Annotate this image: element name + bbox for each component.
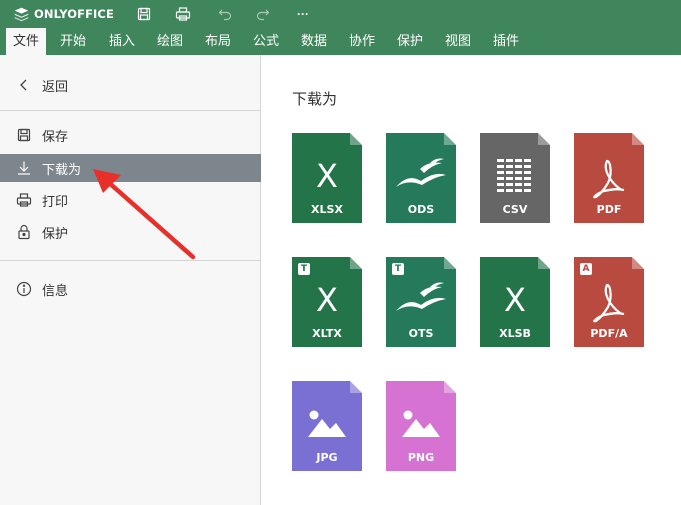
tab-file[interactable]: 文件: [6, 28, 46, 55]
page-title: 下载为: [292, 91, 338, 108]
save-icon[interactable]: [134, 4, 154, 24]
format-xlsb[interactable]: X XLSB: [480, 257, 550, 347]
save-icon: [16, 127, 32, 143]
onlyoffice-logo-icon: [14, 7, 29, 21]
archive-badge: A: [580, 263, 592, 275]
back-label: 返回: [42, 78, 69, 94]
tab-home[interactable]: 开始: [54, 28, 92, 55]
redo-icon[interactable]: [253, 4, 273, 24]
info-icon: [16, 281, 32, 297]
format-label: PDF/A: [590, 327, 628, 340]
format-label: XLTX: [312, 327, 342, 340]
format-pdf[interactable]: PDF: [574, 133, 644, 223]
tab-plugins[interactable]: 插件: [487, 28, 525, 55]
menu-bar: 文件 开始 插入 绘图 布局 公式 数据 协作 保护 视图 插件: [0, 28, 681, 55]
template-badge: T: [392, 263, 404, 275]
sidebar-item-label: 下载为: [42, 161, 82, 177]
sidebar-item-label: 保护: [42, 225, 69, 241]
divider: [0, 260, 261, 261]
format-label: PDF: [596, 203, 622, 216]
sidebar-item-label: 信息: [42, 282, 69, 298]
template-badge: T: [298, 263, 310, 275]
tab-protection[interactable]: 保护: [391, 28, 429, 55]
sidebar-item-info[interactable]: 信息: [0, 275, 261, 303]
print-icon: [16, 192, 32, 208]
format-label: JPG: [316, 451, 338, 464]
format-label: OTS: [408, 327, 434, 340]
chevron-left-icon: [16, 77, 32, 93]
sidebar-item-protect[interactable]: 保护: [0, 218, 261, 246]
lock-icon: [16, 224, 32, 240]
format-label: XLSB: [499, 327, 531, 340]
format-png[interactable]: PNG: [386, 381, 456, 471]
tab-draw[interactable]: 绘图: [151, 28, 189, 55]
format-ots[interactable]: T OTS: [386, 257, 456, 347]
format-label: CSV: [502, 203, 528, 216]
title-bar: ONLYOFFICE ···: [0, 0, 681, 28]
svg-text:X: X: [316, 157, 338, 195]
format-xltx[interactable]: X T XLTX: [292, 257, 362, 347]
format-label: PNG: [407, 451, 435, 464]
format-csv[interactable]: CSV: [480, 133, 550, 223]
divider: [0, 110, 261, 111]
sidebar-item-label: 打印: [42, 193, 69, 209]
download-icon: [16, 160, 32, 176]
file-menu-sidebar: 返回 保存 下载为 打印 保护 信息: [0, 55, 261, 505]
app-logo: ONLYOFFICE: [13, 0, 114, 28]
sidebar-item-label: 保存: [42, 128, 69, 144]
tab-collaboration[interactable]: 协作: [343, 28, 381, 55]
undo-icon[interactable]: [215, 4, 235, 24]
tab-insert[interactable]: 插入: [103, 28, 141, 55]
format-jpg[interactable]: JPG: [292, 381, 362, 471]
format-label: XLSX: [311, 203, 343, 216]
print-icon[interactable]: [173, 4, 193, 24]
tab-view[interactable]: 视图: [439, 28, 477, 55]
tab-data[interactable]: 数据: [295, 28, 333, 55]
sidebar-item-download-as[interactable]: 下载为: [0, 154, 261, 182]
app-name: ONLYOFFICE: [34, 7, 114, 21]
sidebar-item-save[interactable]: 保存: [0, 121, 261, 149]
format-pdfa[interactable]: A PDF/A: [574, 257, 644, 347]
tab-formula[interactable]: 公式: [247, 28, 285, 55]
tab-layout[interactable]: 布局: [199, 28, 237, 55]
svg-text:X: X: [504, 281, 526, 319]
format-ods[interactable]: ODS: [386, 133, 456, 223]
format-label: ODS: [407, 203, 435, 216]
sidebar-item-print[interactable]: 打印: [0, 186, 261, 214]
format-xlsx[interactable]: X XLSX: [292, 133, 362, 223]
back-button[interactable]: 返回: [0, 71, 261, 99]
more-icon[interactable]: ···: [293, 4, 313, 24]
svg-text:X: X: [316, 281, 338, 319]
